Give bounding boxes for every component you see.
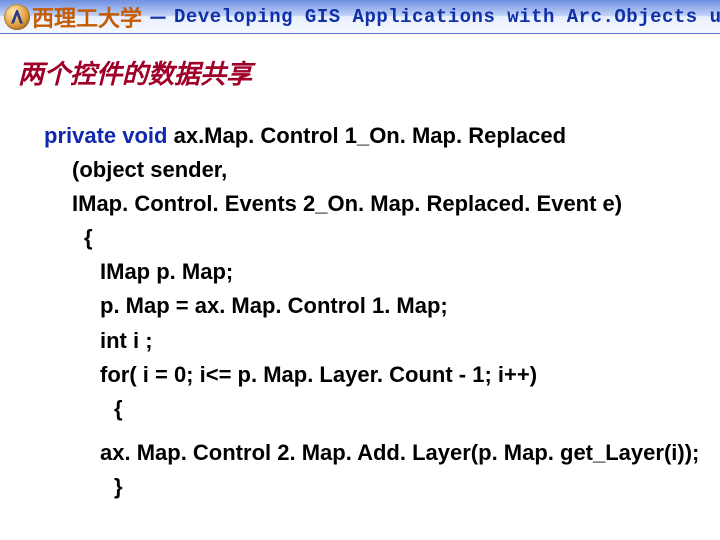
- code-line: for( i = 0; i<= p. Map. Layer. Count - 1…: [44, 358, 720, 392]
- code-text: ax.Map. Control 1_On. Map. Replaced: [167, 123, 566, 148]
- header-course-title: Developing GIS Applications with Arc.Obj…: [174, 6, 720, 28]
- code-line: ax. Map. Control 2. Map. Add. Layer(p. M…: [44, 436, 720, 470]
- header-separator: －: [142, 2, 174, 31]
- code-line: private void ax.Map. Control 1_On. Map. …: [44, 119, 720, 153]
- code-line: IMap. Control. Events 2_On. Map. Replace…: [44, 187, 720, 221]
- slide-header: 西理工大学 － Developing GIS Applications with…: [0, 0, 720, 34]
- code-line: IMap p. Map;: [44, 255, 720, 289]
- code-line: p. Map = ax. Map. Control 1. Map;: [44, 289, 720, 323]
- section-title: 两个控件的数据共享: [18, 54, 720, 91]
- code-block: private void ax.Map. Control 1_On. Map. …: [44, 119, 720, 504]
- blank-line: [44, 426, 720, 436]
- code-line: int i ;: [44, 324, 720, 358]
- code-line: }: [44, 470, 720, 504]
- university-logo: [4, 4, 30, 30]
- code-keyword: private void: [44, 123, 167, 148]
- code-line: {: [44, 221, 720, 255]
- code-line: (object sender,: [44, 153, 720, 187]
- header-university-name: 西理工大学: [32, 1, 142, 33]
- code-line: {: [44, 392, 720, 426]
